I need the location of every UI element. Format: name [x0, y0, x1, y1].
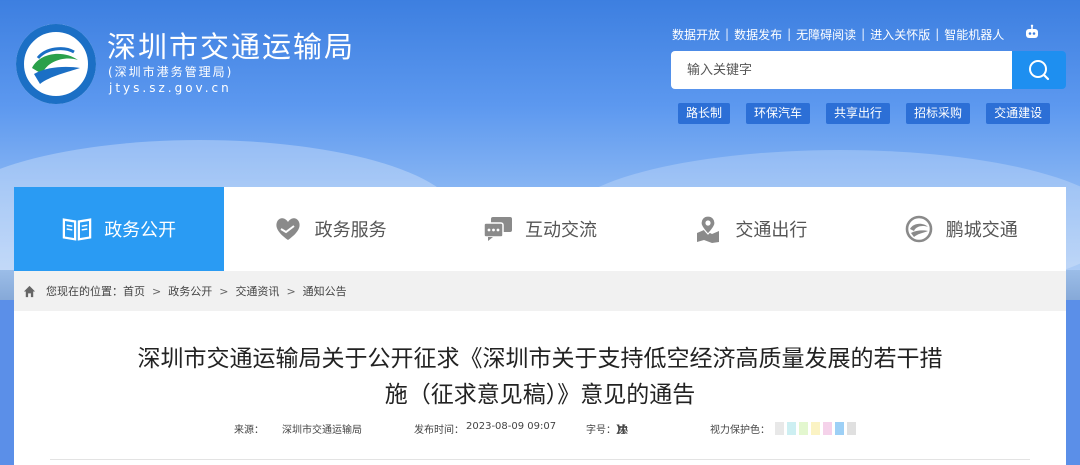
nav-item-pengcheng-transport[interactable]: 鹏城交通 — [856, 187, 1066, 271]
article-title: 深圳市交通运输局关于公开征求《深圳市关于支持低空经济高质量发展的若干措 施（征求… — [74, 341, 1006, 413]
font-size-label: 字号： — [586, 425, 616, 436]
link-robot[interactable]: 智能机器人 — [944, 26, 1004, 43]
breadcrumb-transport-news[interactable]: 交通资讯 — [235, 283, 279, 299]
site-url: jtys.sz.gov.cn — [109, 81, 232, 95]
breadcrumb-separator: > — [219, 284, 229, 298]
eye-protect-swatches — [775, 422, 856, 435]
article-panel: 深圳市交通运输局关于公开征求《深圳市关于支持低空经济高质量发展的若干措 施（征求… — [14, 311, 1066, 465]
divider — [50, 459, 1030, 460]
eye-color-swatch[interactable] — [823, 422, 832, 435]
eye-color-swatch[interactable] — [811, 422, 820, 435]
quick-tags: 路长制 环保汽车 共享出行 招标采购 交通建设 — [678, 103, 1051, 124]
tag-eco-car[interactable]: 环保汽车 — [746, 103, 811, 124]
breadcrumb: 您现在的位置： 首页 > 政务公开 > 交通资讯 > 通知公告 — [14, 271, 1066, 311]
breadcrumb-home[interactable]: 首页 — [123, 283, 145, 299]
link-data-open[interactable]: 数据开放 — [672, 26, 720, 43]
link-accessibility[interactable]: 无障碍阅读 — [796, 26, 856, 43]
swirl-icon — [904, 214, 934, 244]
chat-icon — [483, 214, 513, 244]
search-button[interactable] — [1012, 51, 1066, 89]
font-size-bracket: 】 — [616, 425, 626, 436]
eye-color-swatch[interactable] — [799, 422, 808, 435]
map-pin-icon — [693, 214, 723, 244]
search-icon — [1029, 60, 1050, 81]
link-separator: | — [935, 27, 940, 41]
link-care-version[interactable]: 进入关怀版 — [870, 26, 930, 43]
site-logo-icon[interactable] — [14, 22, 98, 106]
tag-shared-travel[interactable]: 共享出行 — [826, 103, 891, 124]
source-value: 深圳市交通运输局 — [282, 425, 362, 436]
site-subtitle: (深圳市港务管理局) — [108, 65, 234, 79]
source-label: 来源： — [234, 425, 264, 436]
article-meta: 来源： 深圳市交通运输局 发布时间： 2023-08-09 09:07 字号： … — [14, 421, 1066, 437]
top-links: 数据开放 | 数据发布 | 无障碍阅读 | 进入关怀版 | 智能机器人 — [672, 24, 1004, 44]
eye-color-swatch[interactable] — [775, 422, 784, 435]
eye-color-swatch[interactable] — [787, 422, 796, 435]
nav-item-interaction[interactable]: 互动交流 — [435, 187, 645, 271]
heart-hands-icon — [273, 214, 303, 244]
date-label: 发布时间： — [414, 425, 464, 436]
nav-label: 互动交流 — [524, 220, 597, 241]
book-icon — [62, 214, 92, 244]
site-title: 深圳市交通运输局 — [107, 30, 356, 64]
nav-item-gov-affairs[interactable]: 政务公开 — [14, 187, 225, 271]
nav-label: 鹏城交通 — [945, 220, 1018, 241]
link-separator: | — [787, 27, 792, 41]
tag-procurement[interactable]: 招标采购 — [906, 103, 971, 124]
nav-label: 政务公开 — [104, 220, 177, 241]
tag-road-chief[interactable]: 路长制 — [678, 103, 731, 124]
nav-item-gov-services[interactable]: 政务服务 — [224, 187, 434, 271]
breadcrumb-prefix: 您现在的位置： — [46, 285, 123, 298]
link-data-release[interactable]: 数据发布 — [734, 26, 782, 43]
breadcrumb-separator: > — [152, 284, 162, 298]
article-title-line: 施（征求意见稿）》意见的通告 — [384, 382, 696, 408]
article-title-line: 深圳市交通运输局关于公开征求《深圳市关于支持低空经济高质量发展的若干措 — [137, 346, 943, 372]
eye-color-swatch[interactable] — [835, 422, 844, 435]
home-icon — [23, 285, 36, 297]
eye-protect-label: 视力保护色： — [710, 425, 770, 436]
search-input[interactable] — [671, 51, 1012, 89]
breadcrumb-notices[interactable]: 通知公告 — [303, 283, 347, 299]
link-separator: | — [725, 27, 730, 41]
date-value: 2023-08-09 09:07 — [466, 421, 557, 432]
breadcrumb-separator: > — [286, 284, 296, 298]
link-separator: | — [861, 27, 866, 41]
main-nav: 政务公开 政务服务 互动交流 交通出行 鹏城交通 — [14, 187, 1066, 271]
nav-label: 政务服务 — [314, 220, 387, 241]
tag-construction[interactable]: 交通建设 — [986, 103, 1051, 124]
nav-label: 交通出行 — [735, 220, 808, 241]
breadcrumb-gov-affairs[interactable]: 政务公开 — [168, 283, 212, 299]
eye-color-swatch[interactable] — [847, 422, 856, 435]
robot-icon[interactable] — [1024, 24, 1040, 40]
nav-item-travel[interactable]: 交通出行 — [645, 187, 855, 271]
